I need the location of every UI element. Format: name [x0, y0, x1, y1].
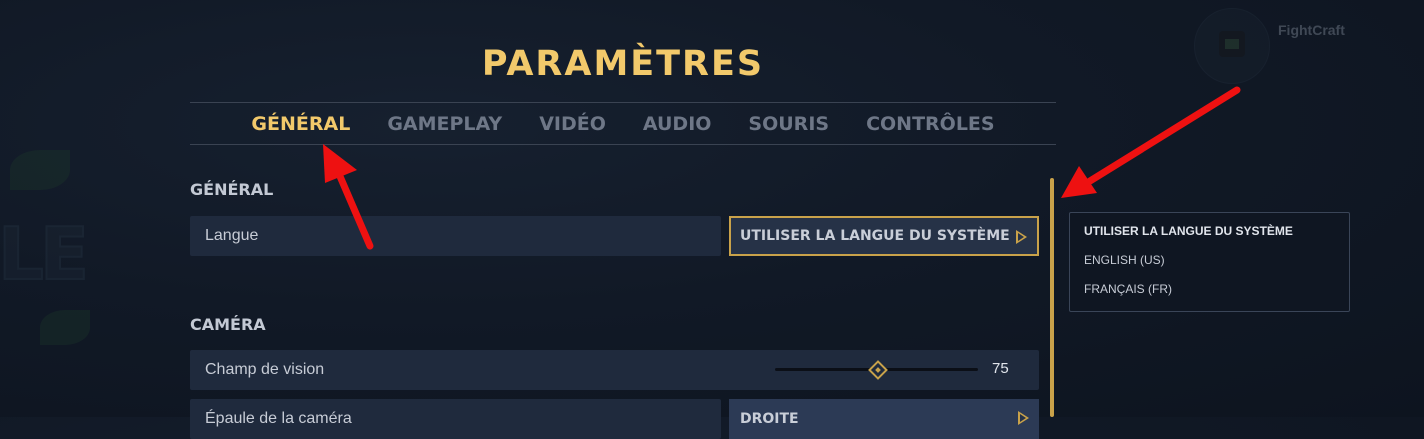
- avatar[interactable]: [1194, 8, 1270, 84]
- tabs-top-divider: [190, 102, 1056, 103]
- tab-controls[interactable]: CONTRÔLES: [866, 113, 995, 135]
- play-triangle-icon: [1018, 411, 1029, 425]
- section-title-camera: CAMÉRA: [190, 315, 266, 334]
- language-option-english[interactable]: ENGLISH (US): [1084, 253, 1165, 267]
- annotation-arrow-dropdown: [1061, 86, 1241, 198]
- play-triangle-icon: [1016, 230, 1027, 244]
- section-title-general: GÉNÉRAL: [190, 180, 274, 199]
- camera-side-row: Épaule de la caméra: [190, 399, 721, 439]
- camera-side-select-button[interactable]: DROITE: [729, 399, 1039, 439]
- tab-gameplay[interactable]: GAMEPLAY: [387, 113, 502, 135]
- fov-label: Champ de vision: [205, 361, 325, 378]
- page-title: PARAMÈTRES: [481, 44, 765, 84]
- background-logo-letters: LE: [0, 211, 90, 297]
- tabs-bottom-divider: [190, 144, 1056, 145]
- tab-general[interactable]: GÉNÉRAL: [251, 113, 350, 135]
- background-logo: LE: [0, 150, 110, 370]
- leaf-decoration: [40, 310, 90, 345]
- settings-tabs: GÉNÉRAL GAMEPLAY VIDÉO AUDIO SOURIS CONT…: [190, 104, 1056, 144]
- tab-video[interactable]: VIDÉO: [539, 113, 606, 135]
- camera-side-select-value: DROITE: [740, 411, 799, 427]
- tab-mouse[interactable]: SOURIS: [748, 113, 829, 135]
- camera-side-label: Épaule de la caméra: [205, 410, 352, 427]
- user-profile[interactable]: FightCraft: [1194, 8, 1345, 84]
- language-row: Langue: [190, 216, 721, 256]
- language-dropdown: UTILISER LA LANGUE DU SYSTÈME ENGLISH (U…: [1069, 212, 1350, 312]
- leaf-decoration: [10, 150, 70, 190]
- language-select-value: UTILISER LA LANGUE DU SYSTÈME: [740, 228, 1010, 244]
- language-label: Langue: [205, 227, 259, 244]
- profile-name: FightCraft: [1278, 22, 1345, 38]
- language-select-button[interactable]: UTILISER LA LANGUE DU SYSTÈME: [729, 216, 1039, 256]
- fov-value: 75: [992, 360, 1009, 377]
- language-option-system[interactable]: UTILISER LA LANGUE DU SYSTÈME: [1084, 224, 1293, 238]
- tab-audio[interactable]: AUDIO: [643, 113, 712, 135]
- fov-slider[interactable]: [775, 360, 978, 380]
- avatar-face: [1225, 39, 1239, 49]
- language-option-french[interactable]: FRANÇAIS (FR): [1084, 282, 1172, 296]
- scrollbar[interactable]: [1050, 178, 1054, 417]
